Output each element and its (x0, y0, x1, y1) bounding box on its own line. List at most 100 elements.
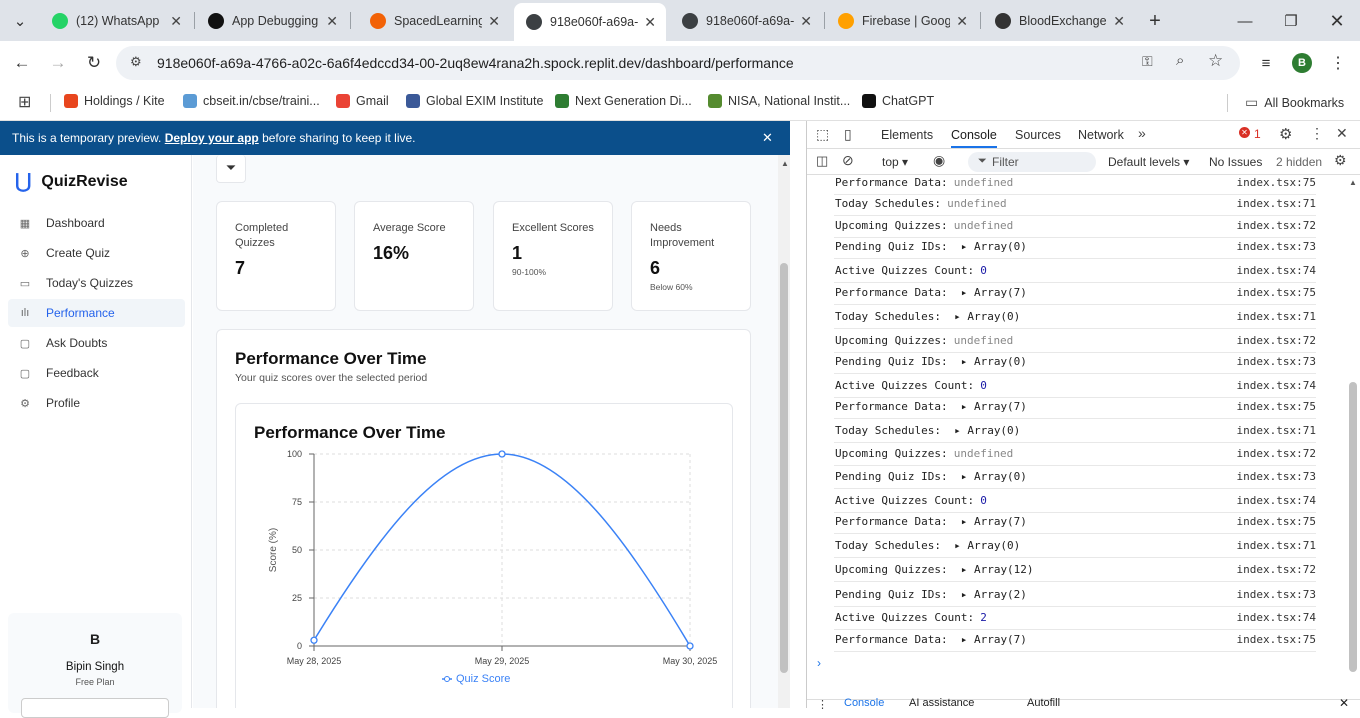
devtools-tab-sources[interactable]: Sources (1015, 128, 1061, 142)
log-value[interactable]: ▸ Array(12) (961, 563, 1034, 576)
error-icon[interactable]: ✕ (1239, 127, 1250, 138)
console-filter-input[interactable]: ⏷ Filter (968, 152, 1096, 172)
console-scroll-thumb[interactable] (1349, 382, 1357, 672)
sidebar-item-ask-doubts[interactable]: ▢ Ask Doubts (8, 329, 185, 357)
issues-button[interactable]: No Issues (1209, 155, 1262, 169)
console-log-row[interactable]: Active Quizzes Count: 0 index.tsx:74 (834, 260, 1316, 283)
log-value[interactable]: ▸ Array(0) (954, 310, 1020, 323)
console-scroll-up-icon[interactable]: ▲ (1349, 178, 1357, 187)
log-source-link[interactable]: index.tsx:72 (1237, 447, 1316, 460)
error-count[interactable]: 1 (1254, 127, 1261, 141)
reload-icon[interactable]: ↻ (80, 49, 108, 77)
devtools-tab-network[interactable]: Network (1078, 128, 1124, 142)
window-close-icon[interactable]: ✕ (1323, 7, 1351, 35)
password-key-icon[interactable]: ⚿ (1142, 53, 1153, 70)
zoom-icon[interactable]: ⌕ (1176, 52, 1184, 69)
console-log-row[interactable]: Today Schedules: undefined index.tsx:71 (834, 193, 1316, 216)
clear-console-icon[interactable]: ⊘ (842, 152, 854, 169)
filter-icon[interactable]: ⏷ (216, 155, 246, 183)
console-log-row[interactable]: Performance Data: ▸ Array(7) index.tsx:75 (834, 282, 1316, 305)
sidebar-item-todays-quizzes[interactable]: ▭ Today's Quizzes (8, 269, 185, 297)
console-scrollbar[interactable]: ▲ (1348, 178, 1358, 678)
log-source-link[interactable]: index.tsx:72 (1237, 334, 1316, 347)
tab-close-icon[interactable]: ✕ (800, 13, 812, 30)
sidebar-toggle-icon[interactable]: ◫ (816, 153, 828, 169)
console-log-row[interactable]: Performance Data: ▸ Array(7) index.tsx:75 (834, 511, 1316, 534)
console-log-row[interactable]: Today Schedules: ▸ Array(0) index.tsx:71 (834, 306, 1316, 329)
browser-menu-icon[interactable]: ⋮ (1324, 49, 1352, 77)
console-prompt-icon[interactable]: › (817, 656, 821, 670)
scroll-up-icon[interactable]: ▲ (781, 159, 789, 168)
console-log-row[interactable]: Today Schedules: ▸ Array(0) index.tsx:71 (834, 420, 1316, 443)
bookmark-item[interactable]: cbseit.in/cbse/traini... (183, 94, 320, 108)
drawer-tab-autofill[interactable]: Autofill (1027, 697, 1060, 709)
console-log-row[interactable]: Upcoming Quizzes: undefined index.tsx:72 (834, 215, 1316, 238)
log-source-link[interactable]: index.tsx:75 (1237, 515, 1316, 528)
media-controls-icon[interactable]: ≡ (1252, 49, 1280, 77)
log-source-link[interactable]: index.tsx:74 (1237, 611, 1316, 624)
tab-close-icon[interactable]: ✕ (488, 13, 500, 30)
main-scrollbar[interactable]: ▲ (778, 155, 790, 708)
log-source-link[interactable]: index.tsx:71 (1237, 310, 1316, 323)
tab-close-icon[interactable]: ✕ (326, 13, 338, 30)
log-source-link[interactable]: index.tsx:73 (1237, 240, 1316, 253)
console-log-row[interactable]: Active Quizzes Count: 2 index.tsx:74 (834, 607, 1316, 630)
browser-tab[interactable]: App Debugging ✕ (196, 6, 348, 36)
new-tab-plus-icon[interactable]: + (1141, 7, 1169, 35)
log-source-link[interactable]: index.tsx:74 (1237, 264, 1316, 277)
console-log-row[interactable]: Pending Quiz IDs: ▸ Array(0) index.tsx:73 (834, 351, 1316, 374)
browser-tab[interactable]: BloodExchanger ✕ (983, 6, 1135, 36)
bookmark-star-icon[interactable]: ☆ (1208, 51, 1223, 71)
sidebar-item-dashboard[interactable]: ▦ Dashboard (8, 209, 185, 237)
forward-arrow-icon[interactable]: → (44, 49, 72, 77)
tab-close-icon[interactable]: ✕ (956, 13, 968, 30)
devtools-tab-console[interactable]: Console (951, 128, 997, 148)
scrollbar-thumb[interactable] (780, 263, 788, 673)
bookmark-item[interactable]: ChatGPT (862, 94, 934, 108)
log-value[interactable]: ▸ Array(7) (961, 400, 1027, 413)
browser-tab[interactable]: 918e060f-a69a- ✕ (670, 6, 822, 36)
log-source-link[interactable]: index.tsx:75 (1237, 286, 1316, 299)
bookmark-item[interactable]: NISA, National Instit... (708, 94, 850, 108)
log-source-link[interactable]: index.tsx:75 (1237, 633, 1316, 646)
all-bookmarks-button[interactable]: ▭ All Bookmarks (1245, 94, 1344, 111)
log-value[interactable]: ▸ Array(0) (954, 424, 1020, 437)
tab-search-chevron-icon[interactable]: ⌄ (6, 7, 34, 35)
bookmark-item[interactable]: Global EXIM Institute (406, 94, 543, 108)
site-info-icon[interactable]: ⚙ (130, 54, 142, 70)
minimize-icon[interactable]: — (1231, 7, 1259, 35)
console-log-row[interactable]: Performance Data: undefined index.tsx:75 (834, 172, 1316, 195)
tab-close-icon[interactable]: ✕ (1113, 13, 1125, 30)
restore-icon[interactable]: ❐ (1277, 7, 1305, 35)
log-source-link[interactable]: index.tsx:73 (1237, 470, 1316, 483)
log-source-link[interactable]: index.tsx:71 (1237, 197, 1316, 210)
console-log-row[interactable]: Pending Quiz IDs: ▸ Array(0) index.tsx:73 (834, 466, 1316, 489)
console-log-row[interactable]: Performance Data: ▸ Array(7) index.tsx:75 (834, 396, 1316, 419)
console-log-row[interactable]: Upcoming Quizzes: undefined index.tsx:72 (834, 443, 1316, 466)
console-log-row[interactable]: Today Schedules: ▸ Array(0) index.tsx:71 (834, 535, 1316, 558)
log-source-link[interactable]: index.tsx:74 (1237, 494, 1316, 507)
log-source-link[interactable]: index.tsx:73 (1237, 588, 1316, 601)
sidebar-item-create-quiz[interactable]: ⊕ Create Quiz (8, 239, 185, 267)
sidebar-item-feedback[interactable]: ▢ Feedback (8, 359, 185, 387)
sidebar-item-performance[interactable]: ılı Performance (8, 299, 185, 327)
console-settings-icon[interactable]: ⚙ (1334, 152, 1347, 169)
log-value[interactable]: ▸ Array(0) (954, 539, 1020, 552)
tab-close-icon[interactable]: ✕ (644, 14, 656, 31)
devtools-settings-icon[interactable]: ⚙ (1279, 125, 1292, 143)
more-tabs-icon[interactable]: » (1138, 125, 1146, 141)
log-source-link[interactable]: index.tsx:71 (1237, 539, 1316, 552)
log-source-link[interactable]: index.tsx:73 (1237, 355, 1316, 368)
console-log-row[interactable]: Active Quizzes Count: 0 index.tsx:74 (834, 375, 1316, 398)
sidebar-item-profile[interactable]: ⚙ Profile (8, 389, 185, 417)
log-source-link[interactable]: index.tsx:75 (1237, 176, 1316, 189)
console-log-row[interactable]: Upcoming Quizzes: ▸ Array(12) index.tsx:72 (834, 559, 1316, 582)
log-source-link[interactable]: index.tsx:75 (1237, 400, 1316, 413)
browser-tab[interactable]: Firebase | Googl ✕ (826, 6, 978, 36)
log-value[interactable]: ▸ Array(7) (961, 633, 1027, 646)
context-select[interactable]: top ▾ (882, 155, 908, 169)
deploy-link[interactable]: Deploy your app (165, 131, 259, 145)
bookmark-item[interactable]: Next Generation Di... (555, 94, 692, 108)
browser-tab[interactable]: SpacedLearning ✕ (358, 6, 510, 36)
log-value[interactable]: ▸ Array(7) (961, 515, 1027, 528)
